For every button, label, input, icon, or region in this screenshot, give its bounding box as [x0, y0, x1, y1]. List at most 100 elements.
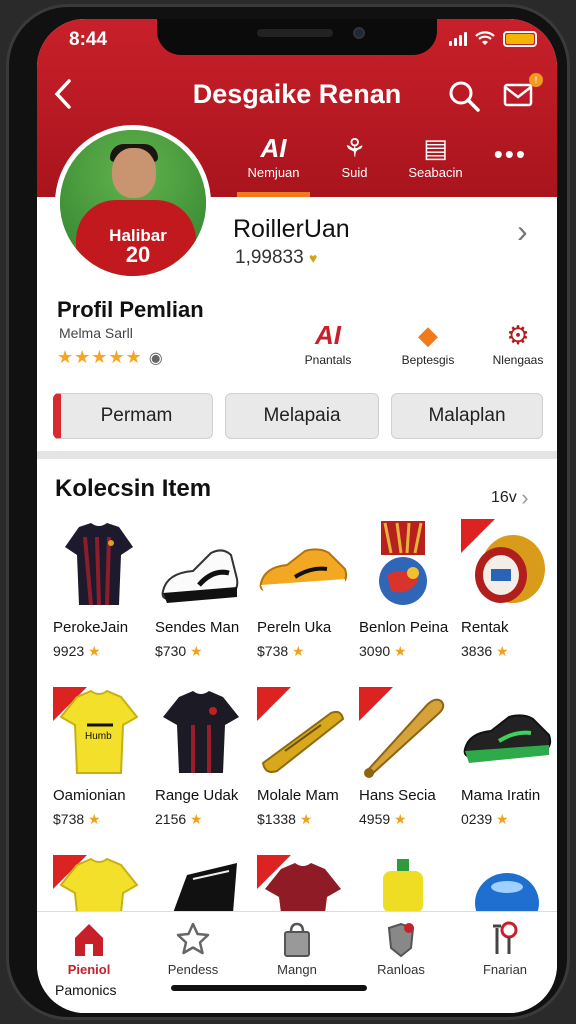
price-value: 3836 [461, 643, 493, 659]
melapaia-button[interactable]: Melapaia [225, 393, 379, 439]
search-icon [449, 81, 480, 112]
score-value: 1,99833 [235, 247, 304, 268]
rating-stars: ★★★★★ ◉ [57, 347, 164, 368]
item-price: 9923 ★ [53, 643, 101, 660]
nav-caption: Pamonics [55, 982, 117, 998]
collection-more-link[interactable]: 16v › [491, 485, 529, 511]
collection-item[interactable]: Molale Mam $1338 ★ [255, 685, 355, 827]
star-icon: ★ [190, 643, 203, 659]
nav-label: Mangn [277, 962, 317, 977]
bottom-navigation: Pieniol Pendess Mangn Ranloas Fnarian Pa… [37, 911, 557, 1013]
nav-label: Fnarian [482, 962, 528, 977]
item-name: Oamionian [53, 787, 126, 804]
star-icon: ★ [496, 811, 509, 827]
item-price: 2156 ★ [155, 811, 203, 828]
collection-item[interactable]: Rentak 3836 ★ [459, 517, 557, 659]
brand-icon: AI [315, 320, 341, 350]
item-name: Range Udak [155, 787, 239, 804]
collection-item[interactable]: Benlon Peina 3090 ★ [357, 517, 457, 659]
item-price: 0239 ★ [461, 811, 509, 828]
star-icons: ★★★★★ [57, 347, 143, 367]
notification-badge: ! [529, 73, 543, 87]
search-button[interactable] [447, 79, 481, 113]
permam-button[interactable]: Permam [53, 393, 213, 439]
star-icon: ★ [496, 643, 509, 659]
scroll-image [255, 685, 351, 781]
battery-icon [503, 31, 537, 47]
svg-text:Humb: Humb [85, 731, 112, 742]
tab-label: Nemjuan [247, 165, 300, 180]
nav-item-home[interactable]: Pieniol [37, 920, 141, 977]
home-indicator[interactable] [171, 985, 367, 991]
nav-item-bag[interactable]: Mangn [245, 920, 349, 977]
item-price: $730 ★ [155, 643, 203, 660]
profile-name: RoillerUan [233, 215, 350, 243]
quick-action-label: Pnantals [304, 353, 352, 367]
camera-notch [157, 19, 437, 55]
collection-item[interactable]: PerokeJain 9923 ★ [51, 517, 151, 659]
chevron-right-icon[interactable]: › [517, 213, 528, 250]
heart-icon: ♥ [308, 250, 318, 266]
sneaker-image [459, 685, 555, 781]
item-price: 3836 ★ [461, 643, 509, 660]
section-divider [37, 451, 557, 459]
collection-item[interactable]: Pereln Uka $738 ★ [255, 517, 355, 659]
status-icons [449, 31, 537, 47]
quick-action-beptesgis[interactable]: ◆ Beptesgis [383, 317, 473, 367]
item-name: Pereln Uka [257, 619, 332, 636]
quick-action-pnantals[interactable]: AI Pnantals [283, 317, 373, 367]
malaplan-button[interactable]: Malaplan [391, 393, 543, 439]
price-value: 2156 [155, 811, 187, 827]
collection-item[interactable]: Hans Secia 4959 ★ [357, 685, 457, 827]
brand-icon: AI [260, 133, 287, 163]
star-icon: ★ [299, 811, 313, 827]
nav-item-favorites[interactable]: Pendess [141, 920, 245, 977]
tab-label: Suid [341, 165, 368, 180]
collection-item[interactable]: Range Udak 2156 ★ [153, 685, 253, 827]
nav-label: Pendess [167, 962, 219, 977]
item-name: Benlon Peina [359, 619, 449, 636]
nav-label: Pieniol [67, 962, 111, 977]
star-icon: ★ [88, 811, 101, 827]
item-name: Mama Iratin [461, 787, 541, 804]
item-price: 3090 ★ [359, 643, 407, 660]
nav-label: Ranloas [377, 962, 425, 977]
item-price: $1338 ★ [257, 811, 312, 828]
tab-suid[interactable]: ⚘ Suid [314, 131, 395, 197]
nav-item-shield[interactable]: Ranloas [349, 920, 453, 977]
globe-icon: ◉ [148, 350, 164, 367]
shield-icon: ⚘ [342, 133, 367, 163]
tab-nemjuan[interactable]: AI Nemjuan [233, 131, 314, 197]
signal-icon [449, 32, 467, 46]
nav-item-tools[interactable]: Fnarian [453, 920, 557, 977]
price-value: $730 [155, 643, 187, 659]
collection-item[interactable]: Sendes Man $730 ★ [153, 517, 253, 659]
mail-button[interactable]: ! [503, 73, 543, 113]
item-name: Hans Secia [359, 787, 436, 804]
sneaker-image [255, 517, 351, 613]
tab-seabacin[interactable]: ▤ Seabacin [395, 131, 476, 197]
jersey-number: 20 [125, 242, 151, 267]
avatar[interactable]: Halibar 20 [55, 125, 211, 281]
more-options-icon[interactable]: ••• [494, 139, 527, 170]
price-value: 4959 [359, 811, 391, 827]
star-icon: ★ [292, 643, 305, 659]
quick-action-label: Nlengaas [492, 353, 544, 367]
price-value: $738 [53, 811, 85, 827]
wifi-icon [475, 31, 495, 45]
star-icon [176, 922, 210, 955]
collection-item[interactable]: Mama Iratin 0239 ★ [459, 685, 557, 827]
tools-icon [493, 921, 518, 954]
quick-action-nlengaas[interactable]: ⚙ Nlengaas [473, 317, 557, 367]
jersey-image: Humb [51, 685, 147, 781]
collection-item[interactable]: Humb Oamionian $738 ★ [51, 685, 151, 827]
trophy-image [357, 517, 453, 613]
shield-icon [387, 922, 415, 958]
item-name: PerokeJain [53, 619, 129, 636]
item-price: 4959 ★ [359, 811, 407, 828]
quick-action-label: Beptesgis [401, 353, 455, 367]
tape-roll-image [459, 517, 555, 613]
chevron-right-icon: › [521, 485, 529, 510]
collection-title: Kolecsin Item [55, 475, 212, 502]
item-name: Molale Mam [257, 787, 339, 804]
